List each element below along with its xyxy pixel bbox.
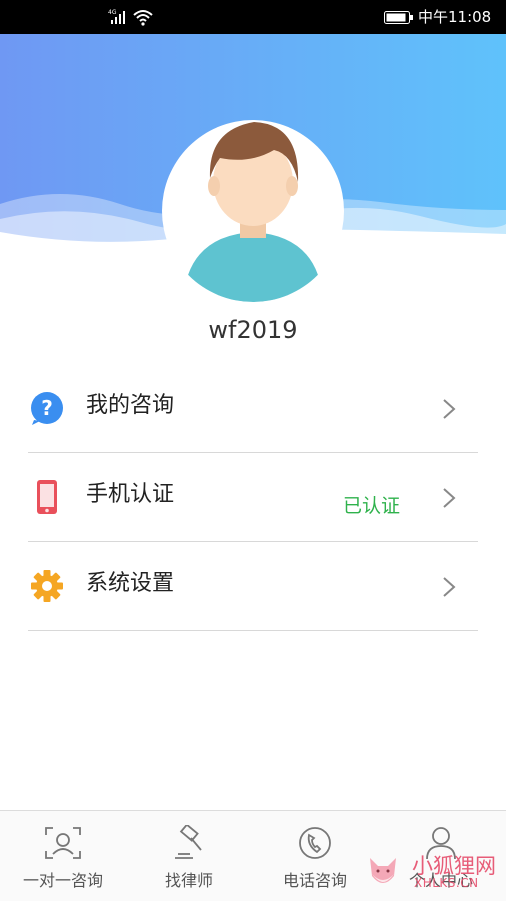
svg-text:?: ? (41, 396, 53, 420)
tab-label: 找律师 (164, 871, 213, 890)
tab-find-lawyer[interactable]: 找律师 (126, 811, 252, 901)
watermark-domain: XHLKS.CN (414, 876, 479, 890)
question-icon: ? (31, 392, 63, 425)
menu-item-label: 手机认证 (86, 482, 175, 507)
phone-icon (37, 480, 57, 514)
menu-item-system-settings[interactable]: 系统设置 (28, 542, 478, 631)
gear-icon (31, 570, 63, 602)
clock-time: 中午11:08 (418, 8, 492, 26)
menu-item-label: 我的咨询 (86, 393, 175, 418)
tab-label: 一对一咨询 (22, 871, 103, 890)
tab-label: 电话咨询 (282, 871, 347, 890)
username: wf2019 (208, 316, 298, 344)
signal-icon: 4G (108, 9, 153, 26)
menu-item-label: 系统设置 (86, 571, 175, 596)
profile-menu: ? 我的咨询 手机认证 已认证 系统设置 (28, 364, 478, 631)
chevron-right-icon (443, 488, 456, 508)
user-avatar-icon (188, 122, 318, 302)
status-bar: 4G 中午11:08 (0, 0, 506, 34)
chevron-right-icon (443, 399, 456, 419)
tab-one-on-one-consult[interactable]: 一对一咨询 (0, 811, 126, 901)
face-id-icon (45, 827, 81, 859)
battery-icon (384, 11, 413, 24)
verified-status: 已认证 (342, 495, 400, 517)
wifi-icon (133, 10, 153, 22)
phone-call-icon (299, 827, 331, 859)
tab-phone-consult[interactable]: 电话咨询 (252, 811, 378, 901)
gavel-icon (175, 825, 202, 859)
avatar[interactable] (162, 120, 344, 302)
network-type-label: 4G (108, 9, 117, 16)
menu-item-my-consultations[interactable]: ? 我的咨询 (28, 364, 478, 453)
menu-item-phone-verification[interactable]: 手机认证 已认证 (28, 453, 478, 542)
chevron-right-icon (443, 577, 456, 597)
